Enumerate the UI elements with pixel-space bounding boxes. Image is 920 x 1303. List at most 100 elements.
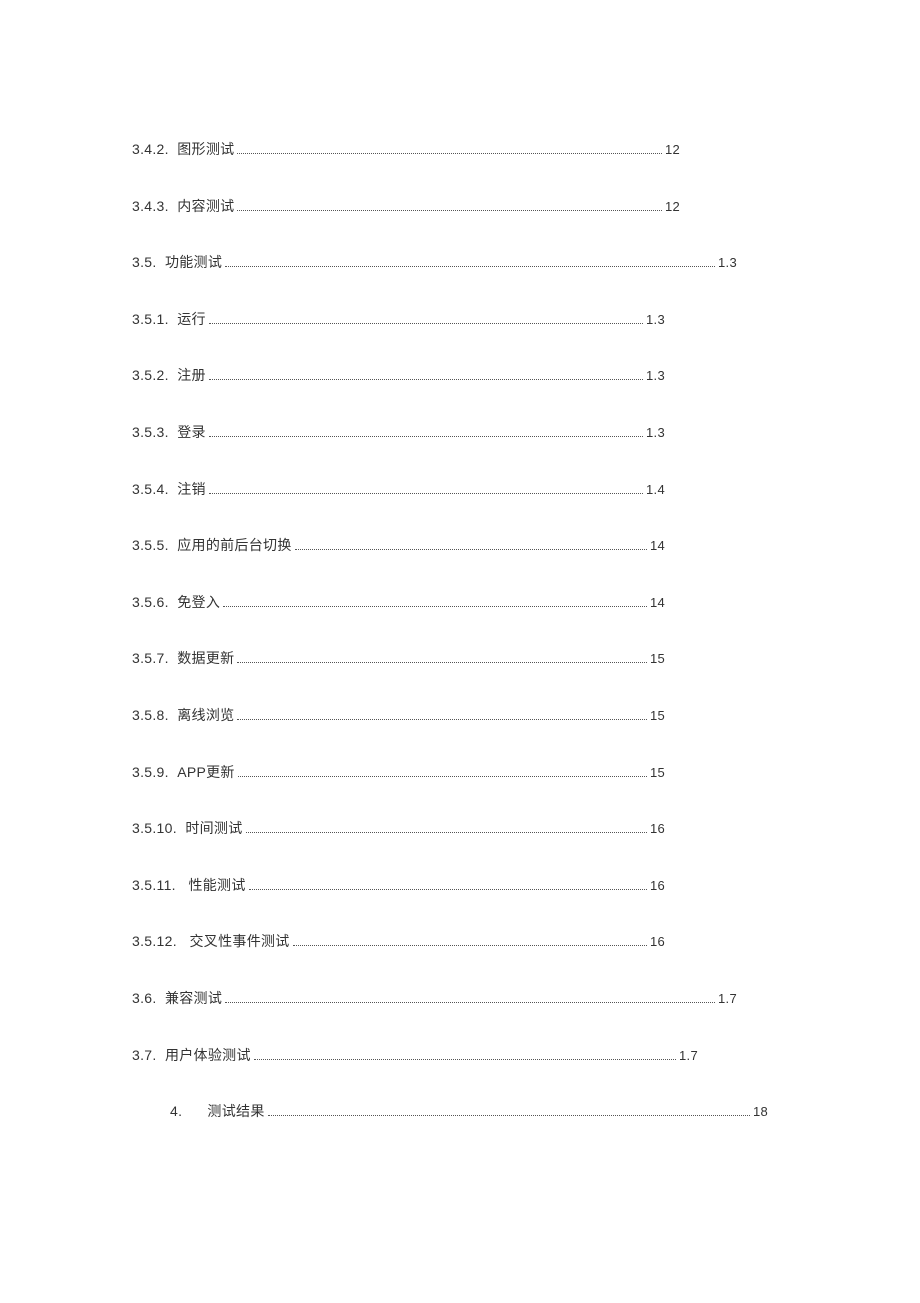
toc-entry-page: 1.7 bbox=[718, 990, 737, 1008]
toc-entry-number: 3.5.4. bbox=[132, 480, 169, 500]
toc-entry: 3.5.6. 免登入 14 bbox=[120, 593, 665, 613]
toc-entry-title: APP更新 bbox=[177, 763, 235, 783]
toc-entry-number: 3.5.11. bbox=[132, 876, 176, 896]
toc-entry-number: 4. bbox=[170, 1102, 182, 1122]
toc-leader-dots bbox=[237, 662, 647, 663]
toc-leader-dots bbox=[209, 323, 643, 324]
toc-entry-gap bbox=[169, 140, 177, 160]
toc-entry-gap bbox=[169, 649, 177, 669]
toc-entry: 3.7. 用户体验测试 1.7 bbox=[120, 1046, 698, 1066]
toc-entry: 3.5.11. 性能测试 16 bbox=[120, 876, 665, 896]
toc-entry-number: 3.5.8. bbox=[132, 706, 169, 726]
toc-entry-page: 1.3 bbox=[646, 367, 665, 385]
toc-entry-title: 登录 bbox=[177, 423, 206, 443]
toc-entry-gap bbox=[169, 423, 177, 443]
toc-leader-dots bbox=[237, 153, 662, 154]
toc-entry-page: 16 bbox=[650, 877, 665, 895]
toc-leader-dots bbox=[225, 266, 715, 267]
toc-leader-dots bbox=[209, 493, 643, 494]
toc-entry-page: 1.3 bbox=[646, 311, 665, 329]
toc-entry-number: 3.5.2. bbox=[132, 366, 169, 386]
toc-leader-dots bbox=[246, 832, 647, 833]
toc-entry-number: 3.5.3. bbox=[132, 423, 169, 443]
toc-entry: 3.5. 功能测试 1.3 bbox=[120, 253, 737, 273]
table-of-contents: 3.4.2. 图形测试123.4.3. 内容测试123.5. 功能测试1.33.… bbox=[120, 140, 805, 1122]
toc-entry: 3.4.3. 内容测试 12 bbox=[120, 197, 680, 217]
toc-leader-dots bbox=[237, 210, 662, 211]
toc-entry-page: 14 bbox=[650, 594, 665, 612]
toc-entry-number: 3.5.5. bbox=[132, 536, 169, 556]
toc-entry-title: 免登入 bbox=[177, 593, 220, 613]
toc-entry: 3.5.1. 运行 1.3 bbox=[120, 310, 665, 330]
toc-entry-page: 16 bbox=[650, 933, 665, 951]
toc-entry-number: 3.5.10. bbox=[132, 819, 177, 839]
toc-entry: 3.5.2. 注册 1.3 bbox=[120, 366, 665, 386]
toc-leader-dots bbox=[268, 1115, 750, 1116]
toc-entry-gap bbox=[157, 253, 165, 273]
toc-entry-number: 3.5.6. bbox=[132, 593, 169, 613]
toc-entry-title: 注销 bbox=[177, 480, 206, 500]
toc-entry-title: 用户体验测试 bbox=[165, 1046, 251, 1066]
toc-entry-gap bbox=[169, 706, 177, 726]
toc-entry-page: 15 bbox=[650, 650, 665, 668]
toc-entry-number: 3.4.3. bbox=[132, 197, 169, 217]
toc-entry: 3.5.10. 时间测试16 bbox=[120, 819, 665, 839]
toc-entry-page: 12 bbox=[665, 198, 680, 216]
toc-entry: 3.5.5. 应用的前后台切换 14 bbox=[120, 536, 665, 556]
toc-leader-dots bbox=[295, 549, 647, 550]
toc-entry-gap bbox=[169, 763, 177, 783]
toc-leader-dots bbox=[238, 776, 647, 777]
toc-entry-gap bbox=[169, 310, 177, 330]
toc-entry-title: 离线浏览 bbox=[177, 706, 234, 726]
toc-entry-number: 3.7. bbox=[132, 1046, 157, 1066]
toc-entry-title: 兼容测试 bbox=[165, 989, 222, 1009]
toc-entry-gap bbox=[169, 480, 177, 500]
toc-leader-dots bbox=[225, 1002, 715, 1003]
toc-entry-page: 15 bbox=[650, 764, 665, 782]
toc-entry-title: 应用的前后台切换 bbox=[177, 536, 291, 556]
toc-entry: 3.5.8. 离线浏览 15 bbox=[120, 706, 665, 726]
toc-entry-title: 性能测试 bbox=[188, 876, 245, 896]
toc-entry-page: 16 bbox=[650, 820, 665, 838]
toc-entry-gap bbox=[169, 366, 177, 386]
toc-leader-dots bbox=[223, 606, 647, 607]
toc-entry-gap bbox=[177, 932, 190, 952]
toc-entry: 3.5.9. APP更新 15 bbox=[120, 763, 665, 783]
toc-entry-gap bbox=[169, 593, 177, 613]
toc-entry: 3.5.4. 注销 1.4 bbox=[120, 480, 665, 500]
toc-entry: 3.5.12. 交叉性事件测试16 bbox=[120, 932, 665, 952]
toc-entry-title: 功能测试 bbox=[165, 253, 222, 273]
toc-leader-dots bbox=[209, 436, 643, 437]
toc-entry: 3.5.7. 数据更新15 bbox=[120, 649, 665, 669]
toc-entry-title: 交叉性事件测试 bbox=[190, 932, 290, 952]
toc-entry-title: 图形测试 bbox=[177, 140, 234, 160]
toc-leader-dots bbox=[293, 945, 647, 946]
toc-entry-gap bbox=[182, 1102, 207, 1122]
toc-leader-dots bbox=[237, 719, 647, 720]
toc-entry-title: 运行 bbox=[177, 310, 206, 330]
toc-entry: 3.6. 兼容测试1.7 bbox=[120, 989, 737, 1009]
toc-entry-gap bbox=[157, 989, 165, 1009]
toc-entry-gap bbox=[157, 1046, 165, 1066]
toc-entry-title: 注册 bbox=[177, 366, 206, 386]
toc-entry-number: 3.4.2. bbox=[132, 140, 169, 160]
toc-entry-number: 3.5.7. bbox=[132, 649, 169, 669]
toc-entry-title: 测试结果 bbox=[207, 1102, 264, 1122]
toc-entry-number: 3.5.9. bbox=[132, 763, 169, 783]
toc-entry-page: 15 bbox=[650, 707, 665, 725]
toc-entry-number: 3.5. bbox=[132, 253, 157, 273]
toc-entry-gap bbox=[176, 876, 189, 896]
toc-entry-gap bbox=[169, 197, 177, 217]
toc-entry-page: 1.4 bbox=[646, 481, 665, 499]
toc-entry-page: 18 bbox=[753, 1103, 768, 1121]
toc-entry-page: 12 bbox=[665, 141, 680, 159]
toc-entry: 3.5.3. 登录1.3 bbox=[120, 423, 665, 443]
toc-entry: 4. 测试结果 18 bbox=[120, 1102, 768, 1122]
toc-entry-gap bbox=[177, 819, 185, 839]
toc-entry-title: 内容测试 bbox=[177, 197, 234, 217]
toc-entry-page: 1.3 bbox=[718, 254, 737, 272]
toc-entry: 3.4.2. 图形测试 12 bbox=[120, 140, 680, 160]
toc-entry-number: 3.5.1. bbox=[132, 310, 169, 330]
toc-entry-page: 14 bbox=[650, 537, 665, 555]
toc-entry-page: 1.7 bbox=[679, 1047, 698, 1065]
